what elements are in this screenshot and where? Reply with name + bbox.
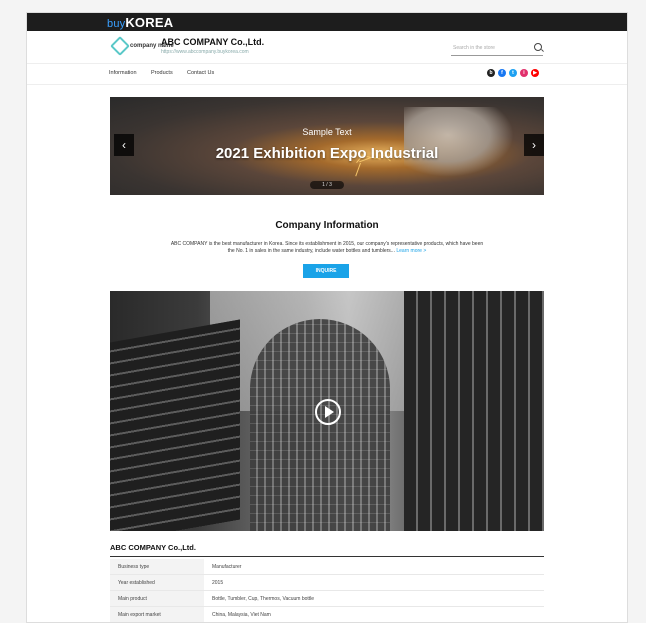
- video-building-right: [404, 291, 544, 531]
- company-details-table: Business type Manufacturer Year establis…: [110, 559, 544, 622]
- logo-diamond-icon: [110, 36, 130, 56]
- row-value: 2015: [204, 574, 544, 591]
- table-row: Business type Manufacturer: [110, 559, 544, 575]
- inquire-button[interactable]: INQUIRE: [303, 264, 349, 278]
- nav-item-information[interactable]: Information: [109, 70, 137, 76]
- row-value: Manufacturer: [204, 559, 544, 575]
- divider: [110, 556, 544, 557]
- row-key: Business type: [110, 559, 204, 575]
- company-name: ABC COMPANY Co.,Ltd.: [161, 37, 265, 47]
- search-input[interactable]: Search in the store: [451, 43, 543, 56]
- store-nav: Information Products Contact Us b f t i …: [27, 64, 627, 85]
- spark: [355, 162, 361, 177]
- nav-item-contact-us[interactable]: Contact Us: [187, 70, 214, 76]
- video-tower: [250, 319, 390, 531]
- hero-title: 2021 Exhibition Expo Industrial: [215, 145, 439, 162]
- learn-more-link[interactable]: Learn more >: [396, 248, 426, 254]
- company-url[interactable]: https://www.abccompany.buykorea.com: [161, 49, 264, 55]
- hero-next-button[interactable]: ›: [524, 134, 544, 156]
- brand-prefix: buy: [107, 18, 126, 30]
- row-key: Main product: [110, 590, 204, 607]
- search-placeholder: Search in the store: [453, 45, 495, 51]
- hero-background-image: [404, 107, 514, 177]
- nav-item-products[interactable]: Products: [151, 70, 173, 76]
- info-title: Company Information: [275, 220, 379, 231]
- social-links: b f t i ▶: [487, 69, 539, 77]
- info-description-text: ABC COMPANY is the best manufacturer in …: [170, 241, 484, 254]
- hero-banner: Sample Text 2021 Exhibition Expo Industr…: [110, 97, 544, 195]
- row-value: China, Malaysia, Viet Nam: [204, 606, 544, 622]
- hero-pager[interactable]: 1 / 3: [310, 181, 344, 189]
- company-title-block: ABC COMPANY Co.,Ltd. https://www.abccomp…: [161, 37, 264, 55]
- store-header: company name ABC COMPANY Co.,Ltd. https:…: [27, 31, 627, 64]
- instagram-icon[interactable]: i: [520, 69, 528, 77]
- table-row: Main export market China, Malaysia, Viet…: [110, 606, 544, 622]
- top-bar: buyKOREA: [27, 13, 627, 31]
- twitter-icon[interactable]: t: [509, 69, 517, 77]
- table-row: Year established 2015: [110, 574, 544, 591]
- details-title: ABC COMPANY Co.,Ltd.: [110, 543, 196, 552]
- brand-name: KOREA: [125, 15, 174, 30]
- search-icon[interactable]: [534, 43, 542, 51]
- row-key: Year established: [110, 574, 204, 591]
- play-icon[interactable]: [315, 399, 341, 425]
- video-building-left: [110, 319, 240, 531]
- row-value: Bottle, Tumbler, Cup, Thermos, Vacuum bo…: [204, 590, 544, 607]
- youtube-icon[interactable]: ▶: [531, 69, 539, 77]
- company-video[interactable]: [110, 291, 544, 531]
- table-row: Main product Bottle, Tumbler, Cup, Therm…: [110, 590, 544, 607]
- page-frame: buyKOREA company name ABC COMPANY Co.,Lt…: [26, 12, 628, 623]
- buykorea-logo[interactable]: buyKOREA: [107, 15, 173, 30]
- info-description: ABC COMPANY is the best manufacturer in …: [167, 241, 487, 255]
- blog-icon[interactable]: b: [487, 69, 495, 77]
- hero-prev-button[interactable]: ‹: [114, 134, 134, 156]
- facebook-icon[interactable]: f: [498, 69, 506, 77]
- row-key: Main export market: [110, 606, 204, 622]
- hero-subtitle: Sample Text: [302, 127, 352, 137]
